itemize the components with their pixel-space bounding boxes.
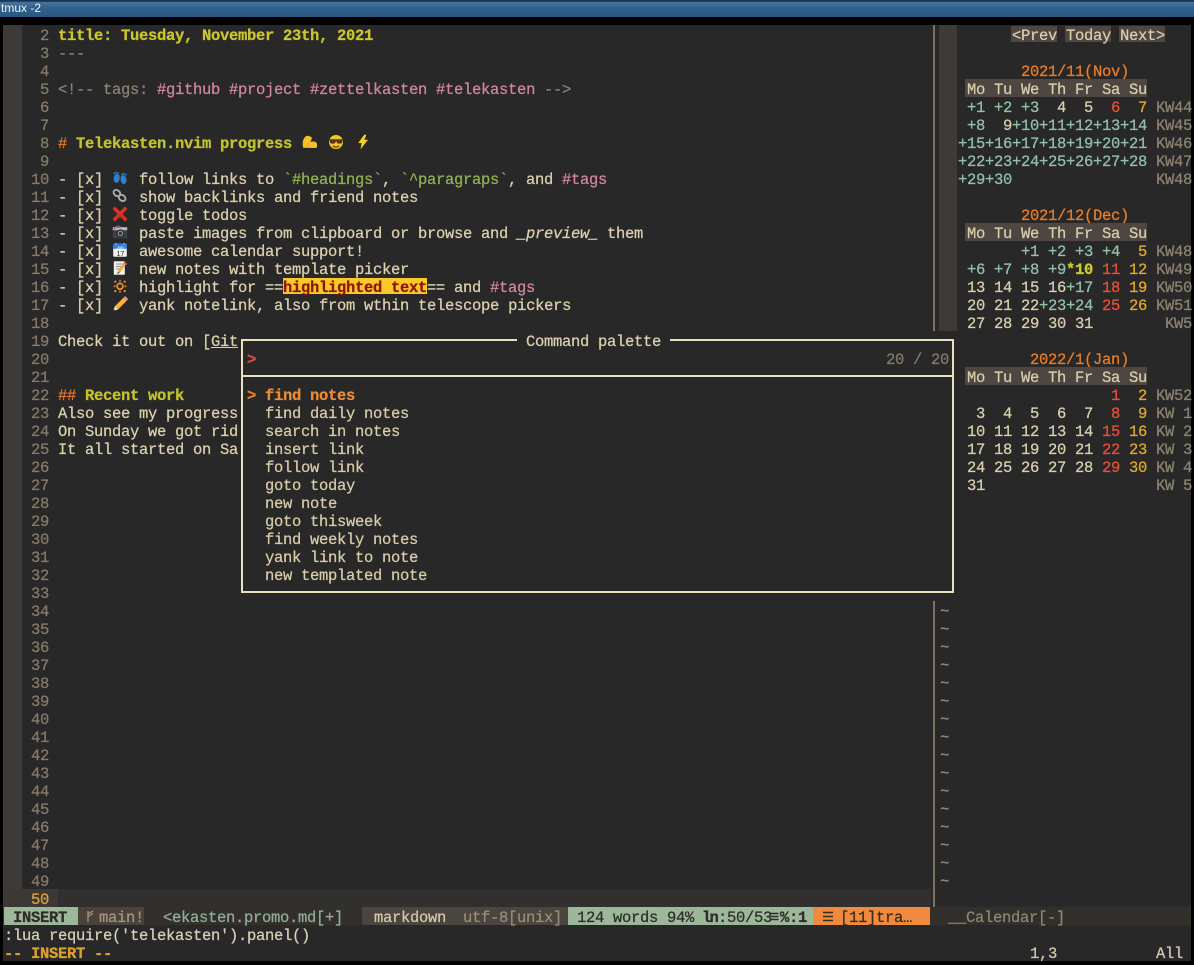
svg-text:July: July	[115, 245, 125, 250]
svg-text:17: 17	[117, 251, 125, 258]
